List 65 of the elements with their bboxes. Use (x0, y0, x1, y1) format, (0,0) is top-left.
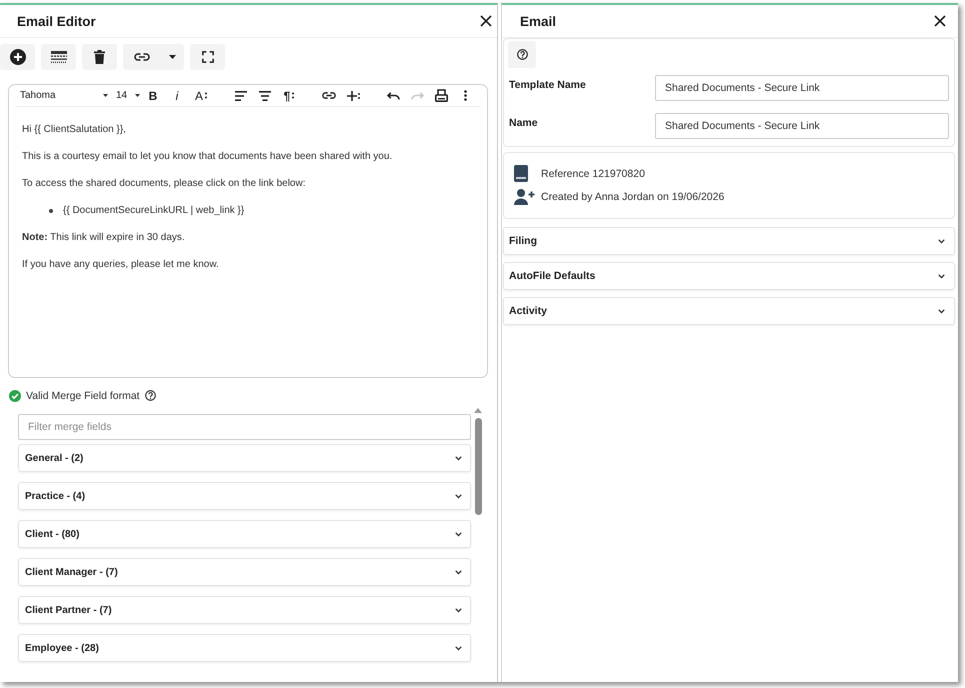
accordion-header[interactable]: Filing (503, 227, 955, 255)
scroll-up-icon[interactable] (474, 408, 482, 413)
italic-button[interactable]: i (166, 86, 188, 104)
accordion-header[interactable]: Client Manager - (7) (18, 558, 471, 586)
panel-title: Email Editor (17, 14, 96, 28)
link-icon (322, 92, 336, 99)
fullscreen-icon (202, 51, 214, 63)
close-button[interactable] (480, 15, 492, 27)
link-button[interactable] (123, 44, 184, 70)
link-icon (134, 53, 150, 61)
trash-icon (94, 50, 105, 64)
field-label: Name (508, 116, 539, 130)
panel-title: Email (520, 14, 556, 28)
caret-icon (169, 55, 176, 59)
accordion-header[interactable]: Client Partner - (7) (18, 596, 471, 624)
help-button[interactable] (508, 41, 536, 68)
caret-icon (135, 94, 140, 97)
font-select[interactable]: Tahoma (20, 88, 110, 104)
info-text: Reference 121970820 (541, 168, 645, 180)
info-text: Created by Anna Jordan on 19/06/2026 (541, 190, 724, 202)
accordion-header[interactable]: Activity (503, 297, 955, 325)
paragraph-button[interactable]: ¶ (278, 86, 300, 104)
undo-icon (386, 92, 400, 100)
bullet-icon (49, 209, 53, 213)
add-button[interactable] (0, 44, 35, 70)
text-field[interactable]: Shared Documents - Secure Link (655, 113, 949, 139)
body-text: This is a courtesy email to let you know that documents have been shared with you. (22, 150, 394, 164)
plus-dots-icon (346, 90, 360, 100)
accordion-header[interactable]: Client - (80) (18, 520, 471, 548)
bold-button[interactable]: B (142, 86, 164, 104)
redo-icon (410, 92, 424, 100)
accordion-header[interactable]: General - (2) (18, 444, 471, 472)
font-size-select[interactable]: 14 (114, 88, 142, 104)
field-label: Template Name (508, 78, 587, 92)
align-left-icon (235, 90, 247, 100)
book-icon (514, 165, 528, 182)
dropdown-dots-icon (292, 92, 294, 99)
close-button[interactable] (934, 15, 946, 27)
font-size-button[interactable]: A (190, 86, 212, 104)
body-text: Hi {{ ClientSalutation }}, (22, 123, 127, 137)
validation-message: Valid Merge Field format (26, 390, 140, 402)
table-button[interactable] (41, 44, 76, 70)
help-icon (516, 49, 528, 60)
caret-icon (103, 94, 108, 97)
printer-icon (434, 89, 448, 102)
table-icon (50, 51, 66, 63)
text-field[interactable]: Shared Documents - Secure Link (655, 75, 949, 101)
accordion-header[interactable]: Employee - (28) (18, 634, 471, 662)
align-center-icon (259, 90, 271, 100)
body-text: To access the shared documents, please click on the link below: (22, 177, 306, 191)
plus-circle-icon (10, 49, 26, 65)
body-text: If you have any queries, please let me know. (22, 258, 220, 272)
scrollbar-thumb[interactable] (474, 418, 482, 515)
user-plus-icon (514, 188, 535, 204)
delete-button[interactable] (82, 44, 117, 70)
help-icon[interactable] (144, 390, 156, 401)
accordion-header[interactable]: Practice - (4) (18, 482, 471, 510)
fullscreen-button[interactable] (190, 44, 225, 70)
more-icon (464, 90, 466, 101)
close-icon (480, 15, 492, 27)
accordion-header[interactable]: AutoFile Defaults (503, 262, 955, 290)
list-item-text: {{ DocumentSecureLinkURL | web_link }} (63, 204, 244, 218)
filter-field[interactable]: Filter merge fields (18, 414, 471, 440)
close-icon (934, 15, 946, 27)
body-text: Note: This link will expire in 30 days. (22, 231, 186, 245)
